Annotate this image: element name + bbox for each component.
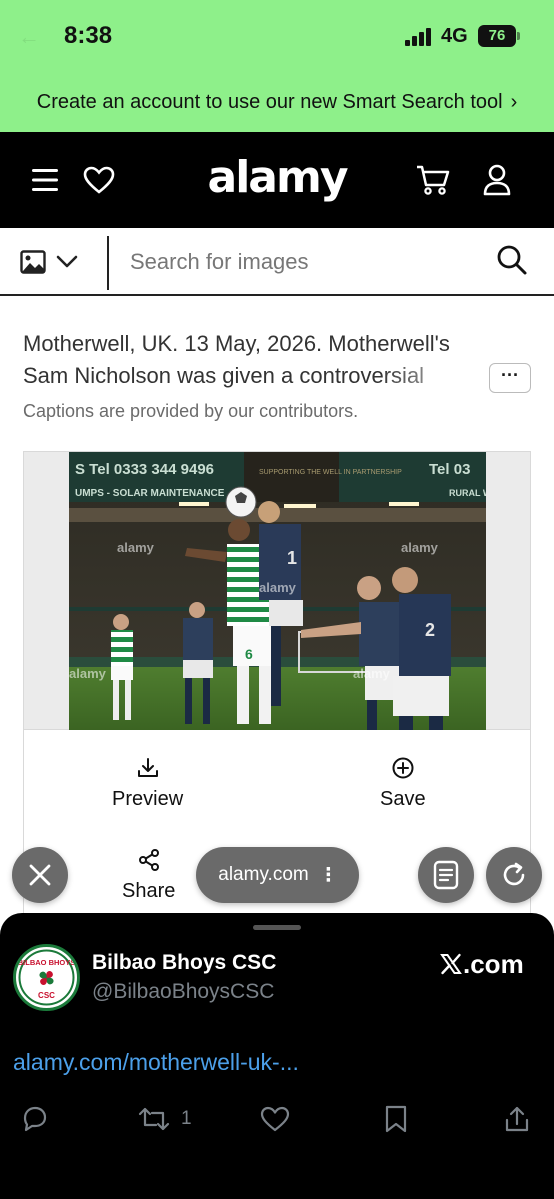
share-tweet-button[interactable] [503, 1101, 531, 1137]
x-source-link[interactable]: .com [440, 949, 524, 980]
reader-icon[interactable] [418, 847, 474, 903]
avatar[interactable]: BILBAO BHOYS CSC [13, 944, 80, 1011]
ad-board-left-sub: UMPS - SOLAR MAINTENANCE [75, 488, 225, 499]
site-header: alamy [0, 132, 554, 228]
network-type: 4G [441, 25, 468, 47]
save-label: Save [380, 788, 426, 810]
ad-board-left: S Tel 0333 344 9496 [75, 461, 214, 478]
x-source-text: .com [463, 949, 524, 979]
player-number-6: 6 [245, 646, 253, 662]
retweet-icon [138, 1107, 170, 1131]
heart-outline-icon [260, 1106, 290, 1132]
tweet-sheet: BILBAO BHOYS CSC Bilbao Bhoys CSC @Bilba… [0, 913, 554, 1199]
back-arrow-icon: ← [18, 24, 40, 49]
search-icon[interactable] [496, 244, 530, 278]
status-bar: ← 8:38 4G 76 [0, 0, 554, 72]
download-icon [137, 758, 158, 777]
chevron-down-icon [56, 255, 78, 268]
ad-board-right: Tel 03 [429, 461, 470, 478]
sheet-grabber[interactable] [253, 925, 301, 930]
avatar-bottom-text: CSC [38, 991, 55, 1000]
watermark-4: alamy [69, 666, 107, 681]
search-bar [0, 228, 554, 296]
caption-note: Captions are provided by our contributor… [23, 401, 359, 421]
chevron-right-icon: › [510, 90, 518, 113]
share-label: Share [122, 880, 176, 902]
banner-text: Create an account to use our new Smart S… [36, 90, 503, 113]
url-text: alamy.com [218, 864, 309, 885]
battery-indicator: 76 [478, 25, 520, 47]
save-button[interactable]: Save [380, 756, 426, 811]
ad-board-mid: SUPPORTING THE WELL IN PARTNERSHIP [259, 469, 402, 476]
image-type-selector[interactable] [20, 246, 88, 278]
retweet-button[interactable]: 1 [137, 1101, 192, 1137]
smart-search-banner[interactable]: Create an account to use our new Smart S… [0, 72, 554, 132]
avatar-top-text: BILBAO BHOYS [18, 958, 76, 967]
search-input[interactable] [130, 242, 480, 282]
caption-fade [380, 360, 490, 392]
tweet-author-handle[interactable]: @BilbaoBhoysCSC [92, 980, 274, 1004]
watermark-5: alamy [353, 666, 391, 681]
url-menu-icon: ⋮ [318, 864, 338, 886]
url-pill[interactable]: alamy.com ⋮ [196, 847, 359, 903]
reply-button[interactable] [20, 1101, 50, 1137]
image-container: S Tel 0333 344 9496 UMPS - SOLAR MAINTEN… [24, 452, 530, 730]
tweet-author-name[interactable]: Bilbao Bhoys CSC [92, 951, 276, 975]
upload-icon [505, 1106, 529, 1132]
search-divider [107, 236, 109, 290]
stock-photo[interactable]: S Tel 0333 344 9496 UMPS - SOLAR MAINTEN… [69, 452, 486, 730]
retweet-count: 1 [181, 1108, 192, 1129]
tweet-link[interactable]: alamy.com/motherwell-uk-... [13, 1049, 299, 1076]
reply-icon [23, 1106, 47, 1132]
bookmark-button[interactable] [383, 1101, 409, 1137]
bookmark-icon [385, 1105, 407, 1133]
ad-board-right-sub: RURAL W [449, 488, 486, 498]
like-button[interactable] [259, 1101, 291, 1137]
close-icon[interactable] [12, 847, 68, 903]
caption-more-button[interactable]: ··· [489, 363, 531, 393]
watermark-3: alamy [259, 580, 297, 595]
cart-icon[interactable] [415, 162, 451, 198]
watermark-2: alamy [401, 540, 439, 555]
alamy-logo[interactable]: alamy [0, 152, 554, 203]
player-number-2: 2 [425, 620, 435, 640]
watermark-1: alamy [117, 540, 155, 555]
reload-icon[interactable] [486, 847, 542, 903]
share-icon [138, 849, 159, 871]
preview-label: Preview [112, 788, 184, 810]
player-number-1: 1 [287, 548, 297, 568]
signal-icon [405, 28, 433, 46]
share-button[interactable]: Share [122, 848, 175, 903]
preview-button[interactable]: Preview [112, 756, 183, 811]
user-icon[interactable] [479, 162, 515, 198]
status-time: 8:38 [64, 22, 113, 49]
image-icon [20, 250, 46, 274]
add-circle-icon [392, 757, 414, 779]
x-logo-icon [440, 953, 462, 975]
